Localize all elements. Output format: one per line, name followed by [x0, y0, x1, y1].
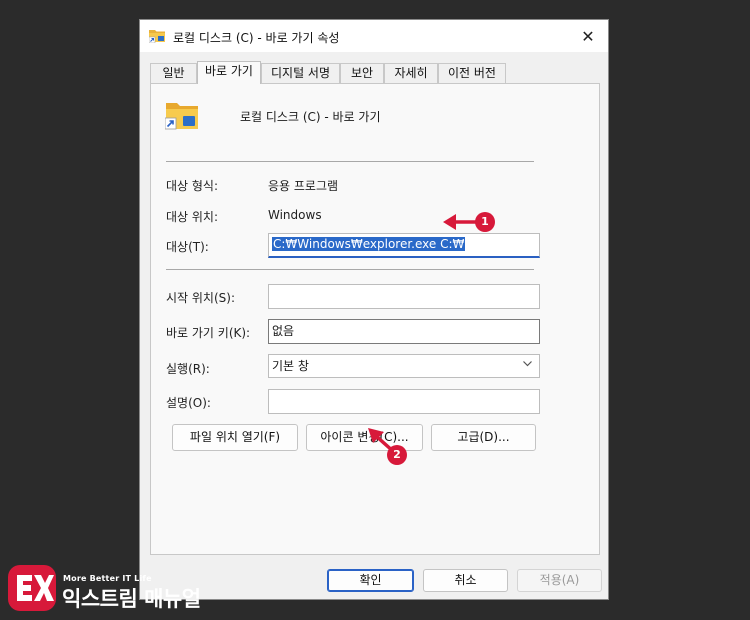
divider	[166, 161, 534, 162]
target-label: 대상(T):	[166, 240, 209, 254]
tab-bar: 일반 바로 가기 디지털 서명 보안 자세히 이전 버전	[150, 61, 600, 84]
folder-shortcut-icon	[149, 30, 165, 43]
target-type-label: 대상 형식:	[166, 179, 219, 193]
run-dropdown-value: 기본 창	[272, 359, 309, 373]
divider	[166, 269, 534, 270]
shortcut-name: 로컬 디스크 (C) - 바로 가기	[240, 110, 381, 124]
comment-label: 설명(O):	[166, 396, 211, 410]
folder-shortcut-icon	[165, 103, 198, 130]
tab-shortcut[interactable]: 바로 가기	[197, 61, 261, 84]
target-location-value: Windows	[268, 208, 322, 222]
open-file-location-button[interactable]: 파일 위치 열기(F)	[172, 424, 298, 451]
shortcut-key-input[interactable]: 없음	[268, 319, 540, 344]
advanced-button[interactable]: 고급(D)...	[431, 424, 536, 451]
tab-previous-versions[interactable]: 이전 버전	[438, 63, 506, 83]
target-location-label: 대상 위치:	[166, 210, 219, 224]
ok-button[interactable]: 확인	[327, 569, 414, 592]
title-bar[interactable]: 로컬 디스크 (C) - 바로 가기 속성 ✕	[140, 20, 608, 52]
comment-input[interactable]	[268, 389, 540, 414]
tab-general[interactable]: 일반	[150, 63, 197, 83]
tab-security[interactable]: 보안	[340, 63, 384, 83]
close-icon: ✕	[581, 26, 595, 46]
tab-digital-signature[interactable]: 디지털 서명	[261, 63, 340, 83]
run-label: 실행(R):	[166, 362, 210, 376]
watermark-tagline: More Better IT Life	[63, 574, 152, 583]
annotation-badge-2: 2	[387, 445, 407, 465]
annotation-arrow-1	[443, 214, 480, 230]
shortcut-key-label: 바로 가기 키(K):	[166, 326, 251, 340]
start-in-label: 시작 위치(S):	[166, 291, 235, 305]
window-title: 로컬 디스크 (C) - 바로 가기 속성	[173, 31, 340, 45]
apply-button[interactable]: 적용(A)	[517, 569, 602, 592]
close-button[interactable]: ✕	[568, 20, 608, 52]
target-type-value: 응용 프로그램	[268, 179, 339, 193]
properties-window: 로컬 디스크 (C) - 바로 가기 속성 ✕ 일반 바로 가기 디지털 서명 …	[139, 19, 609, 600]
watermark-logo-icon	[8, 565, 56, 611]
run-dropdown[interactable]: 기본 창	[268, 354, 540, 378]
start-in-input[interactable]	[268, 284, 540, 309]
target-input-value: C:₩Windows₩explorer.exe C:₩	[272, 237, 466, 251]
annotation-badge-1: 1	[475, 212, 495, 232]
cancel-button[interactable]: 취소	[423, 569, 508, 592]
tab-details[interactable]: 자세히	[384, 63, 438, 83]
watermark-name: 익스트림 매뉴얼	[62, 587, 201, 611]
shortcut-panel: 로컬 디스크 (C) - 바로 가기 대상 형식: 응용 프로그램 대상 위치:…	[150, 83, 600, 555]
target-input[interactable]: C:₩Windows₩explorer.exe C:₩	[268, 233, 540, 258]
chevron-down-icon	[523, 361, 532, 367]
